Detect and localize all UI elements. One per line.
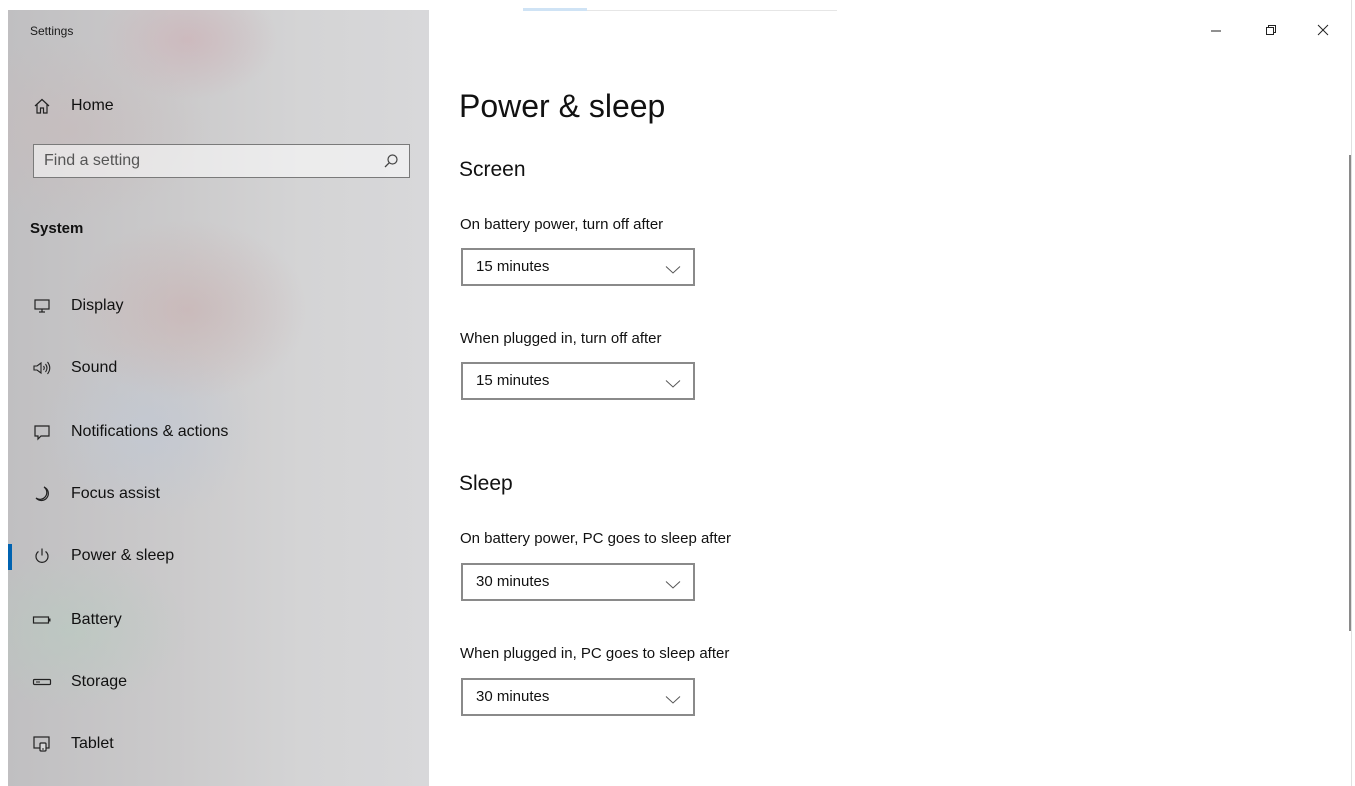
page-title: Power & sleep — [459, 88, 666, 124]
screen-plugged-dropdown[interactable]: 15 minutes — [461, 362, 695, 400]
tablet-icon — [32, 734, 52, 754]
screen-battery-dropdown[interactable]: 15 minutes — [461, 248, 695, 286]
minimize-button[interactable] — [1193, 12, 1239, 52]
sidebar-item-label: Power & sleep — [71, 547, 175, 564]
top-divider — [587, 10, 837, 11]
chevron-down-icon — [665, 577, 681, 595]
sleep-battery-dropdown[interactable]: 30 minutes — [461, 563, 695, 601]
power-icon — [32, 546, 52, 566]
battery-icon — [32, 610, 52, 630]
sleep-heading: Sleep — [459, 472, 513, 495]
speaker-icon — [32, 358, 52, 378]
screen-heading: Screen — [459, 158, 526, 181]
sidebar-item-label: Focus assist — [71, 485, 160, 502]
sleep-plugged-label: When plugged in, PC goes to sleep after — [460, 645, 730, 662]
sidebar-item-notifications[interactable]: Notifications & actions — [8, 408, 429, 456]
dropdown-value: 15 minutes — [476, 372, 550, 389]
moon-icon — [32, 484, 52, 504]
screen-plugged-label: When plugged in, turn off after — [460, 330, 662, 347]
monitor-icon — [32, 296, 52, 316]
sidebar-item-label: Battery — [71, 611, 122, 628]
sidebar-item-focus-assist[interactable]: Focus assist — [8, 470, 429, 518]
top-accent-bar — [523, 8, 587, 11]
close-icon — [1316, 23, 1330, 42]
sidebar-item-home[interactable]: Home — [8, 82, 429, 130]
sidebar: Settings Home System Display Sound — [8, 10, 429, 786]
sidebar-item-power-sleep[interactable]: Power & sleep — [8, 532, 429, 580]
notification-icon — [32, 422, 52, 442]
sidebar-item-battery[interactable]: Battery — [8, 596, 429, 644]
chevron-down-icon — [665, 262, 681, 280]
dropdown-value: 15 minutes — [476, 258, 550, 275]
close-button[interactable] — [1300, 12, 1346, 52]
window-title: Settings — [30, 24, 74, 38]
sidebar-item-tablet[interactable]: Tablet — [8, 720, 429, 768]
sidebar-item-label: Storage — [71, 673, 128, 690]
sidebar-item-sound[interactable]: Sound — [8, 344, 429, 392]
home-icon — [32, 96, 52, 116]
window-left-border — [0, 0, 8, 786]
sleep-plugged-dropdown[interactable]: 30 minutes — [461, 678, 695, 716]
sidebar-item-label: Notifications & actions — [71, 423, 229, 440]
storage-icon — [32, 672, 52, 692]
screen-battery-label: On battery power, turn off after — [460, 216, 664, 233]
dropdown-value: 30 minutes — [476, 688, 550, 705]
search-box[interactable] — [33, 144, 410, 178]
search-input[interactable] — [34, 146, 364, 176]
settings-window: Settings Home System Display Sound — [0, 0, 1355, 786]
sidebar-item-label: Sound — [71, 359, 118, 376]
minimize-icon — [1210, 23, 1222, 41]
sidebar-item-label: Home — [71, 97, 114, 114]
sleep-battery-label: On battery power, PC goes to sleep after — [460, 530, 731, 547]
restore-icon — [1265, 23, 1277, 41]
chevron-down-icon — [665, 376, 681, 394]
chevron-down-icon — [665, 692, 681, 710]
maximize-button[interactable] — [1248, 12, 1294, 52]
section-label-system: System — [30, 220, 84, 237]
sidebar-item-label: Tablet — [71, 735, 114, 752]
dropdown-value: 30 minutes — [476, 573, 550, 590]
sidebar-item-storage[interactable]: Storage — [8, 658, 429, 706]
sidebar-item-label: Display — [71, 297, 124, 314]
sidebar-item-display[interactable]: Display — [8, 282, 429, 330]
window-right-border — [1351, 0, 1352, 786]
search-icon[interactable] — [383, 153, 399, 174]
main-content: Power & sleep Screen On battery power, t… — [429, 0, 1355, 786]
